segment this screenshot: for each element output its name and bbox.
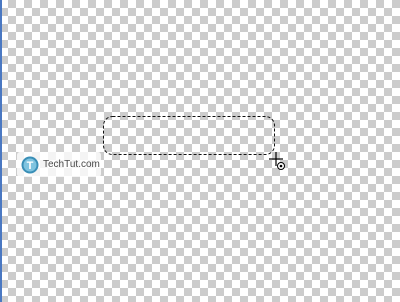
techtut-logo-icon: T	[21, 156, 39, 173]
watermark-text: TechTut.com	[43, 159, 100, 170]
techtut-watermark: T TechTut.com	[17, 152, 101, 177]
window-left-border	[0, 0, 2, 302]
logo-letter: T	[27, 160, 34, 172]
transparent-canvas[interactable]	[0, 0, 400, 302]
